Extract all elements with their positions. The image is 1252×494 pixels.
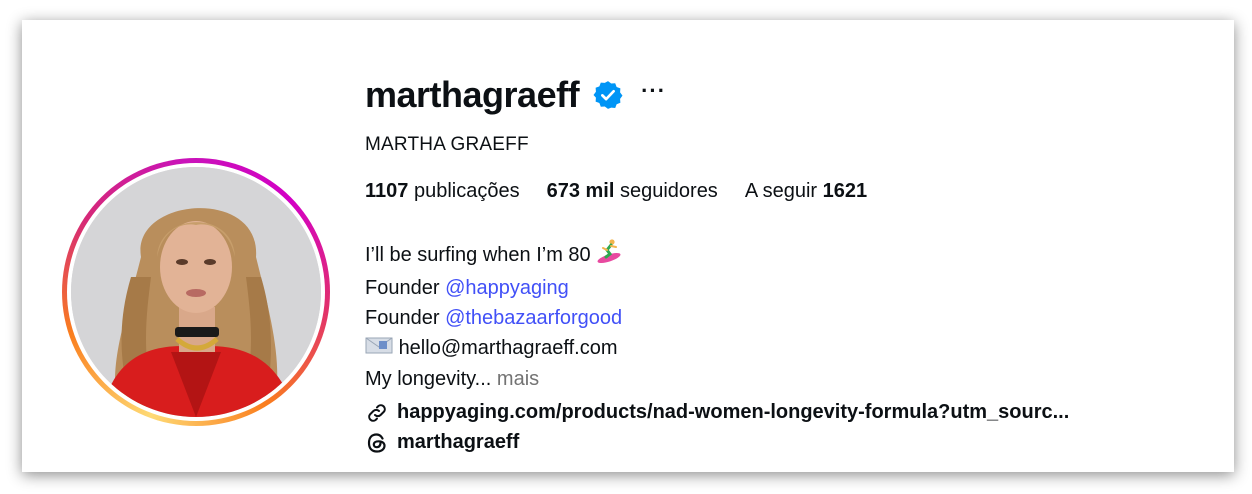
bio-line-2: Founder @happyaging bbox=[365, 273, 1215, 303]
title-row: marthagraeff ··· bbox=[365, 72, 1215, 118]
posts-count: 1107 bbox=[365, 180, 409, 202]
bio-line-4: hello@marthagraeff.com bbox=[365, 333, 1215, 364]
threads-handle[interactable]: marthagraeff bbox=[397, 431, 519, 454]
posts-stat: 1107 publicações bbox=[365, 180, 520, 203]
verified-badge-icon bbox=[593, 80, 623, 110]
stats-row: 1107 publicações 673 mil seguidores A se… bbox=[365, 180, 1215, 203]
bio-email: hello@marthagraeff.com bbox=[398, 337, 618, 359]
full-name: MARTHA GRAEFF bbox=[365, 134, 529, 155]
bio-more-button[interactable]: mais bbox=[497, 368, 539, 390]
posts-label: publicações bbox=[413, 180, 520, 202]
avatar-image bbox=[71, 167, 321, 417]
mention-thebazaarforgood-link[interactable]: @thebazaarforgood bbox=[445, 307, 622, 329]
following-label: A seguir bbox=[744, 180, 818, 202]
bio-line-3-prefix: Founder bbox=[365, 307, 440, 329]
more-options-icon[interactable]: ··· bbox=[641, 80, 666, 102]
bio-line-3: Founder @thebazaarforgood bbox=[365, 303, 1215, 333]
external-link-text[interactable]: happyaging.com/products/nad-women-longev… bbox=[397, 401, 1069, 424]
story-ring[interactable] bbox=[62, 158, 330, 426]
bio-line-1-text: I’ll be surfing when I’m 80 bbox=[365, 243, 591, 266]
bio-line-5-text: My longevity... bbox=[365, 367, 492, 390]
followers-label: seguidores bbox=[619, 180, 718, 202]
bio-line-2-prefix: Founder bbox=[365, 277, 440, 299]
followers-stat[interactable]: 673 mil seguidores bbox=[547, 180, 718, 203]
profile-info: marthagraeff ··· MARTHA GRAEFF 1107 publ… bbox=[365, 72, 1215, 458]
profile-header-window: marthagraeff ··· MARTHA GRAEFF 1107 publ… bbox=[22, 20, 1234, 472]
username: marthagraeff bbox=[365, 74, 580, 115]
bio-line-5: My longevity... mais bbox=[365, 364, 1215, 394]
bio-line-1: I’ll be surfing when I’m 80 bbox=[365, 238, 1215, 273]
following-stat[interactable]: A seguir 1621 bbox=[745, 180, 867, 203]
external-link[interactable]: happyaging.com/products/nad-women-longev… bbox=[365, 398, 1215, 428]
followers-count: 673 mil bbox=[546, 180, 615, 202]
envelope-emoji-icon bbox=[365, 334, 393, 364]
bio: I’ll be surfing when I’m 80 Founder @hap… bbox=[365, 238, 1215, 394]
link-icon bbox=[365, 401, 389, 425]
surfer-emoji-icon bbox=[596, 238, 622, 273]
following-count: 1621 bbox=[822, 180, 868, 202]
threads-link[interactable]: marthagraeff bbox=[365, 428, 1215, 458]
avatar[interactable] bbox=[71, 167, 321, 417]
threads-icon bbox=[365, 431, 389, 455]
mention-happyaging-link[interactable]: @happyaging bbox=[445, 277, 569, 299]
